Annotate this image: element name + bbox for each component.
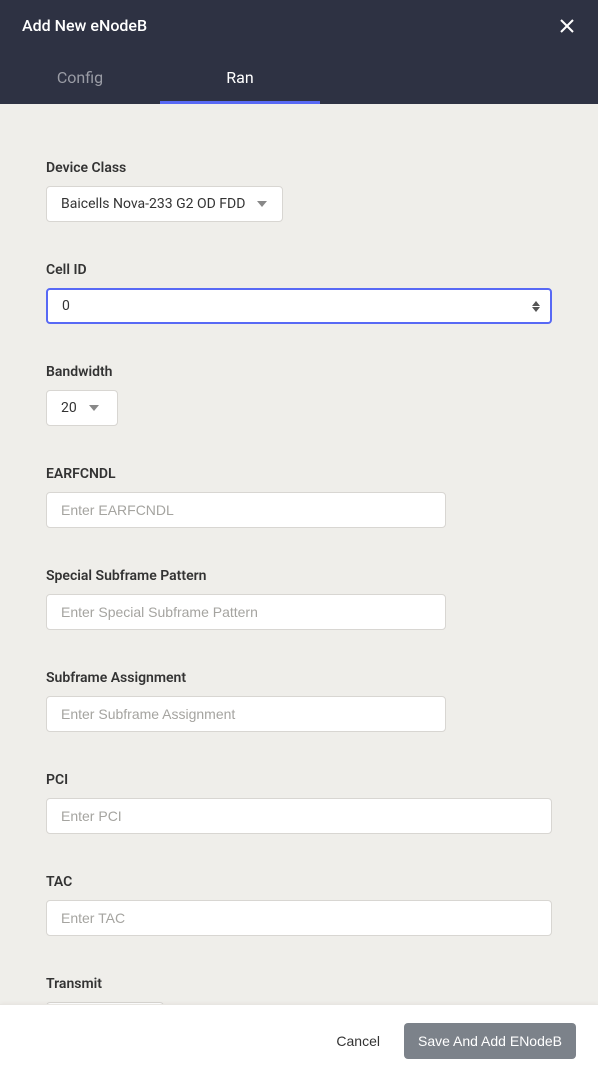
form-area: Device Class Baicells Nova-233 G2 OD FDD…: [0, 104, 598, 1004]
field-special-subframe: Special Subframe Pattern: [46, 568, 552, 630]
bandwidth-label: Bandwidth: [46, 364, 552, 380]
field-tac: TAC: [46, 874, 552, 936]
tab-ran[interactable]: Ran: [160, 51, 320, 104]
device-class-select[interactable]: Baicells Nova-233 G2 OD FDD: [46, 186, 283, 222]
save-button[interactable]: Save And Add ENodeB: [404, 1023, 576, 1059]
chevron-down-icon: [89, 405, 99, 411]
special-subframe-input[interactable]: [46, 594, 446, 630]
tac-label: TAC: [46, 874, 552, 890]
cell-id-stepper[interactable]: 0: [46, 288, 552, 324]
chevron-down-icon: [257, 201, 267, 207]
cell-id-label: Cell ID: [46, 262, 552, 278]
subframe-assignment-input[interactable]: [46, 696, 446, 732]
stepper-arrows-icon[interactable]: [532, 301, 540, 312]
stepper-value: 0: [62, 298, 532, 314]
earfcndl-label: EARFCNDL: [46, 466, 552, 482]
bandwidth-select[interactable]: 20: [46, 390, 118, 426]
cancel-button[interactable]: Cancel: [332, 1025, 384, 1057]
field-cell-id: Cell ID 0: [46, 262, 552, 324]
tab-label: Config: [57, 68, 103, 87]
tab-bar: Config Ran: [0, 51, 598, 104]
close-icon[interactable]: [558, 17, 576, 35]
field-bandwidth: Bandwidth 20: [46, 364, 552, 426]
field-subframe-assignment: Subframe Assignment: [46, 670, 552, 732]
earfcndl-input[interactable]: [46, 492, 446, 528]
dialog-title: Add New eNodeB: [22, 16, 147, 35]
field-transmit: Transmit Disabled: [46, 976, 552, 1004]
field-earfcndl: EARFCNDL: [46, 466, 552, 528]
dialog-footer: Cancel Save And Add ENodeB: [0, 1004, 598, 1077]
tac-input[interactable]: [46, 900, 552, 936]
select-value: Baicells Nova-233 G2 OD FDD: [61, 196, 245, 212]
dialog-header: Add New eNodeB: [0, 0, 598, 51]
special-subframe-label: Special Subframe Pattern: [46, 568, 552, 584]
pci-input[interactable]: [46, 798, 552, 834]
subframe-assignment-label: Subframe Assignment: [46, 670, 552, 686]
tab-config[interactable]: Config: [0, 51, 160, 104]
field-device-class: Device Class Baicells Nova-233 G2 OD FDD: [46, 160, 552, 222]
device-class-label: Device Class: [46, 160, 552, 176]
tab-label: Ran: [226, 68, 253, 87]
transmit-label: Transmit: [46, 976, 552, 992]
pci-label: PCI: [46, 772, 552, 788]
select-value: 20: [61, 400, 77, 416]
field-pci: PCI: [46, 772, 552, 834]
